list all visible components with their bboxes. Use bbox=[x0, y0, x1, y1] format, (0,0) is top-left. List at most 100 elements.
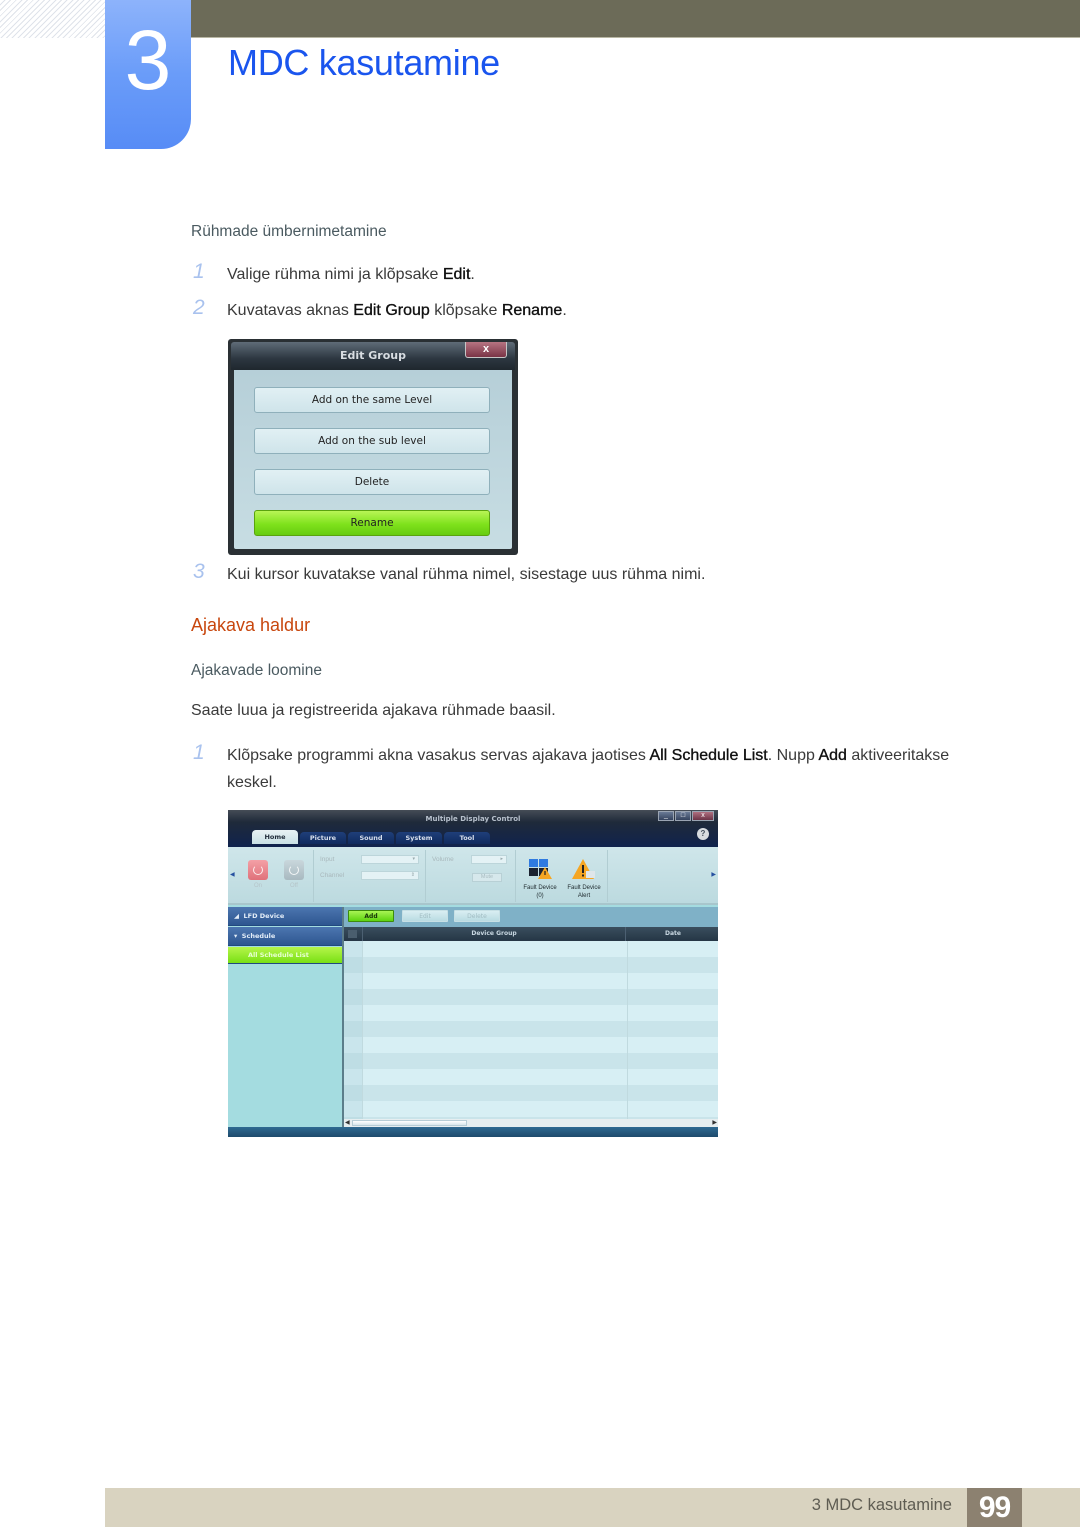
page-number: 99 bbox=[967, 1488, 1022, 1527]
scroll-right-icon[interactable]: ▶ bbox=[712, 1119, 717, 1127]
delete-button[interactable]: Delete bbox=[454, 910, 500, 922]
table-row[interactable] bbox=[344, 973, 718, 989]
step-keyword-rename: Rename bbox=[501, 302, 563, 319]
select-all-checkbox[interactable] bbox=[348, 930, 357, 938]
power-off-icon[interactable] bbox=[284, 860, 304, 880]
close-icon[interactable]: x bbox=[465, 342, 507, 358]
add-same-level-button[interactable]: Add on the same Level bbox=[254, 387, 490, 413]
fault-alert-label: Fault Device Alert bbox=[562, 884, 606, 900]
mdc-tabs: Home Picture Sound System Tool bbox=[252, 830, 490, 844]
mute-button[interactable]: Mute bbox=[472, 873, 502, 882]
power-on-icon[interactable] bbox=[248, 860, 268, 880]
delete-button[interactable]: Delete bbox=[254, 469, 490, 495]
power-off-label: Off bbox=[290, 883, 298, 889]
column-date[interactable]: Date bbox=[628, 927, 718, 941]
chapter-title: MDC kasutamine bbox=[228, 42, 500, 83]
fault-alert-icon[interactable] bbox=[572, 858, 596, 880]
step-number: 3 bbox=[193, 560, 205, 583]
step-text-part: Kuvatavas aknas bbox=[227, 302, 354, 319]
sidebar-item-schedule[interactable]: ▾ Schedule bbox=[228, 927, 342, 946]
fault-device-icon[interactable] bbox=[528, 858, 552, 880]
step-text-part: Klõpsake programmi akna vasakus servas a… bbox=[227, 747, 650, 764]
step-keyword-edit: Edit bbox=[442, 266, 471, 283]
step-text: Klõpsake programmi akna vasakus servas a… bbox=[227, 742, 951, 796]
dialog-title-bar: Edit Group x bbox=[231, 342, 515, 370]
step-number: 1 bbox=[193, 260, 205, 283]
chapter-tab: 3 bbox=[105, 0, 191, 149]
tab-home[interactable]: Home bbox=[252, 830, 298, 844]
step-text-part: Valige rühma nimi ja klõpsake bbox=[227, 266, 443, 283]
maximize-icon[interactable]: □ bbox=[675, 811, 691, 821]
grid-divider bbox=[362, 941, 363, 1119]
ribbon-right-arrow-icon[interactable]: ▶ bbox=[711, 871, 716, 878]
sidebar-item-all-schedule-list[interactable]: All Schedule List bbox=[228, 947, 342, 964]
mdc-window: Multiple Display Control _ □ x ? Home Pi… bbox=[228, 810, 718, 1137]
volume-slider[interactable]: ▸ bbox=[471, 855, 507, 864]
mdc-status-bar bbox=[228, 1127, 718, 1137]
input-select[interactable]: ▾ bbox=[361, 855, 419, 864]
schedule-intro: Saate luua ja registreerida ajakava rühm… bbox=[191, 702, 556, 719]
table-row[interactable] bbox=[344, 1069, 718, 1085]
input-group: Input ▾ Channel ⇕ bbox=[316, 850, 426, 902]
horizontal-scrollbar[interactable]: ◀ ▶ bbox=[344, 1119, 718, 1127]
table-row[interactable] bbox=[344, 957, 718, 973]
rename-heading: Rühmade ümbernimetamine bbox=[191, 223, 387, 240]
step-number: 1 bbox=[193, 741, 205, 764]
grid-body bbox=[344, 941, 718, 1133]
mdc-ribbon: ◀ On Off Input ▾ Channel ⇕ Volume ▸ Mute… bbox=[228, 847, 718, 905]
step-text: Valige rühma nimi ja klõpsake Edit. bbox=[227, 261, 931, 288]
footer-bar: 3 MDC kasutamine bbox=[105, 1488, 1080, 1527]
scrollbar-thumb[interactable] bbox=[352, 1120, 467, 1126]
table-row[interactable] bbox=[344, 1085, 718, 1101]
sidebar-item-lfd-device[interactable]: ◢ LFD Device bbox=[228, 907, 342, 926]
edit-group-dialog: Edit Group x Add on the same Level Add o… bbox=[228, 339, 518, 555]
table-row[interactable] bbox=[344, 1037, 718, 1053]
channel-label: Channel bbox=[320, 872, 345, 879]
table-row[interactable] bbox=[344, 989, 718, 1005]
add-button[interactable]: Add bbox=[348, 910, 394, 922]
close-icon[interactable]: x bbox=[692, 811, 714, 821]
step-text: Kuvatavas aknas Edit Group klõpsake Rena… bbox=[227, 297, 931, 324]
tab-sound[interactable]: Sound bbox=[348, 832, 394, 844]
fault-alert-sub: Alert bbox=[577, 893, 591, 899]
minimize-icon[interactable]: _ bbox=[658, 811, 674, 821]
step-text-part: klõpsake bbox=[429, 302, 502, 319]
mdc-title: Multiple Display Control bbox=[425, 815, 521, 823]
schedule-step-1: 1 Klõpsake programmi akna vasakus servas… bbox=[191, 741, 951, 796]
mdc-title-bar: Multiple Display Control _ □ x ? Home Pi… bbox=[228, 810, 718, 850]
mdc-sidebar: ◢ LFD Device ▾ Schedule All Schedule Lis… bbox=[228, 907, 344, 1137]
fault-group: Fault Device (0) Fault Device Alert bbox=[518, 850, 608, 902]
add-sub-level-button[interactable]: Add on the sub level bbox=[254, 428, 490, 454]
ribbon-left-arrow-icon[interactable]: ◀ bbox=[230, 871, 235, 878]
table-row[interactable] bbox=[344, 1005, 718, 1021]
header-bar bbox=[105, 0, 1080, 38]
table-row[interactable] bbox=[344, 941, 718, 957]
table-row[interactable] bbox=[344, 1101, 718, 1117]
table-row[interactable] bbox=[344, 1021, 718, 1037]
grid-divider bbox=[627, 941, 628, 1119]
edit-button[interactable]: Edit bbox=[402, 910, 448, 922]
fault-device-text: Fault Device bbox=[523, 885, 557, 891]
channel-stepper[interactable]: ⇕ bbox=[361, 871, 419, 880]
scroll-left-icon[interactable]: ◀ bbox=[345, 1119, 350, 1127]
header-hatch-decoration bbox=[0, 0, 105, 38]
step-keyword-add: Add bbox=[818, 747, 847, 764]
tab-tool[interactable]: Tool bbox=[444, 832, 490, 844]
rename-button[interactable]: Rename bbox=[254, 510, 490, 536]
rename-step-1: 1 Valige rühma nimi ja klõpsake Edit. bbox=[191, 260, 931, 288]
column-device-group[interactable]: Device Group bbox=[362, 927, 626, 941]
step-text: Kui kursor kuvatakse vanal rühma nimel, … bbox=[227, 566, 706, 583]
chapter-number: 3 bbox=[124, 13, 172, 107]
fault-alert-text: Fault Device bbox=[567, 885, 601, 891]
step-keyword-edit-group: Edit Group bbox=[353, 302, 430, 319]
help-icon[interactable]: ? bbox=[697, 828, 709, 840]
sidebar-item-label: LFD Device bbox=[243, 912, 285, 920]
tab-system[interactable]: System bbox=[396, 832, 442, 844]
rename-step-2: 2 Kuvatavas aknas Edit Group klõpsake Re… bbox=[191, 296, 931, 324]
tab-picture[interactable]: Picture bbox=[300, 832, 346, 844]
sidebar-item-label: Schedule bbox=[241, 932, 276, 940]
grid-header: Device Group Date bbox=[344, 927, 718, 941]
input-label: Input bbox=[320, 856, 335, 863]
table-row[interactable] bbox=[344, 1053, 718, 1069]
power-group: On Off bbox=[236, 850, 314, 902]
